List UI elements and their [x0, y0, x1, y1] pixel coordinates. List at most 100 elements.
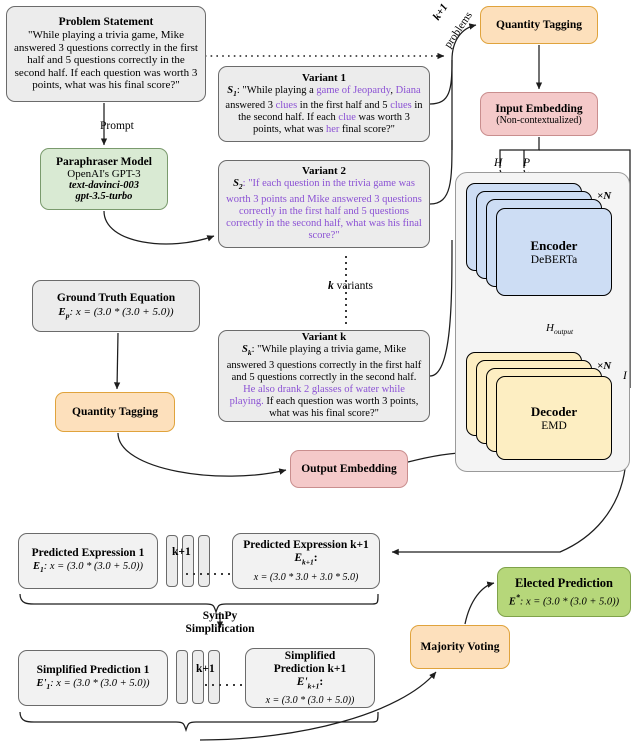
paraphraser-vendor: OpenAI's GPT-3: [67, 168, 141, 180]
input-embedding-subtitle: (Non-contextualized): [496, 114, 582, 126]
simplified-stack-slab-2: [192, 650, 204, 704]
majority-voting-box: Majority Voting: [410, 625, 510, 669]
highlighted-text: clues: [390, 99, 412, 111]
variant-1-title: Variant 1: [302, 71, 346, 84]
encoder-output-label: Houtput: [546, 322, 573, 336]
elected-prediction-title: Elected Prediction: [514, 576, 613, 591]
plain-text: answered 3: [225, 99, 276, 111]
simplified-stack-slab-1: [176, 650, 188, 704]
simplified-prediction-1-box: Simplified Prediction 1 E'1: x = (3.0 * …: [18, 650, 168, 706]
kplus1-word: problems: [442, 9, 475, 51]
highlighted-text: Diana: [395, 84, 421, 96]
highlighted-text: her: [325, 124, 340, 136]
predicted-k-subscript: k+1: [302, 557, 314, 567]
sympy-line-2: Simplification: [185, 623, 255, 635]
plain-text: : "While playing a trivia game, Mike ans…: [226, 344, 422, 383]
variant-k-segments: : "While playing a trivia game, Mike ans…: [227, 344, 421, 419]
predicted-row-ellipsis: [186, 573, 230, 575]
simplified-prediction-k-title-1: Simplified: [284, 649, 336, 662]
simplified-1-symbol: E': [36, 678, 47, 690]
ground-truth-title: Ground Truth Equation: [56, 291, 176, 304]
predicted-expression-k-title: Predicted Expression k+1: [243, 539, 369, 552]
simplified-prediction-k-symbol-line: E'k+1:: [297, 676, 324, 692]
input-embedding-title: Input Embedding: [495, 102, 583, 115]
variant-1-segments: : "While playing a game of Jeopardy, Dia…: [225, 85, 422, 136]
paraphraser-model-1: text-davinci-003: [69, 180, 139, 191]
predicted-k-symbol: E: [294, 552, 303, 565]
hidden-state-H-label: H: [494, 157, 503, 169]
simplified-prediction-1-title: Simplified Prediction 1: [36, 664, 150, 677]
elected-expression: : x = (3.0 * (3.0 + 5.0)): [519, 596, 620, 608]
predicted-1-symbol: E: [32, 561, 40, 573]
variant-1-box: Variant 1 S1: "While playing a game of J…: [218, 66, 430, 142]
predicted-expression-1-equation: E1: x = (3.0 * (3.0 + 5.0)): [33, 561, 143, 574]
variant-k-text: Sk: "While playing a trivia game, Mike a…: [225, 344, 423, 420]
predicted-count-label: k+1: [172, 546, 191, 558]
quantity-tagging-right-title: Quantity Tagging: [496, 19, 582, 31]
sympy-line-1: SymPy: [202, 610, 238, 622]
simplified-row-ellipsis: [205, 684, 247, 686]
problem-statement-box: Problem Statement "While playing a trivi…: [6, 6, 206, 102]
predicted-stack-slab-3: [198, 535, 210, 587]
simplified-stack-slab-3: [208, 650, 220, 704]
elected-prediction-box: Elected Prediction E*: x = (3.0 * (3.0 +…: [497, 567, 631, 617]
prompt-label: Prompt: [100, 120, 134, 132]
simplified-prediction-k-box: Simplified Prediction k+1 E'k+1: x = (3.…: [245, 648, 375, 708]
plain-text: in the first half and 5: [297, 99, 391, 111]
ground-truth-equation-box: Ground Truth Equation Ep: x = (3.0 * (3.…: [32, 280, 200, 332]
simplified-k-expression: x = (3.0 * (3.0 + 5.0)): [265, 695, 355, 707]
simplified-k-symbol: E': [296, 675, 308, 688]
predicted-k-expression: x = (3.0 * 3.0 + 3.0 * 5.0): [253, 571, 359, 583]
plain-text: : "While playing a: [236, 84, 317, 96]
input-I-label: I: [623, 370, 627, 382]
simplified-prediction-k-title-2: Prediction k+1: [273, 662, 347, 675]
predicted-k-colon: :: [313, 552, 318, 565]
k-variants-word: variants: [336, 280, 374, 292]
predicted-expression-k-box: Predicted Expression k+1 Ek+1: x = (3.0 …: [232, 533, 380, 589]
problem-statement-text: "While playing a trivia game, Mike answe…: [14, 29, 198, 92]
ground-truth-equation: Ep: x = (3.0 * (3.0 + 5.0)): [58, 306, 173, 320]
predicted-expression-1-box: Predicted Expression 1 E1: x = (3.0 * (3…: [18, 533, 158, 589]
quantity-tagging-right-box: Quantity Tagging: [480, 6, 598, 44]
highlighted-text: clue: [338, 112, 356, 124]
predicted-expression-1-title: Predicted Expression 1: [31, 547, 145, 560]
elected-prediction-equation: E*: x = (3.0 * (3.0 + 5.0)): [509, 593, 619, 608]
predicted-1-expression: : x = (3.0 * (3.0 + 5.0)): [43, 561, 144, 573]
encoder-stack: Encoder DeBERTa: [466, 183, 616, 298]
diagram-canvas: Problem Statement "While playing a trivi…: [0, 0, 640, 746]
decoder-card-front: Decoder EMD: [496, 376, 612, 460]
predicted-stack-slab-1: [166, 535, 178, 587]
decoder-subtitle: EMD: [541, 420, 567, 432]
decoder-repeat-label: ×N: [597, 360, 612, 372]
encoder-output-H: H: [546, 322, 554, 334]
elected-symbol: E: [508, 596, 516, 608]
k-variants-label: k variants: [328, 280, 373, 292]
paraphraser-title: Paraphraser Model: [56, 156, 152, 168]
variant-k-box: Variant k Sk: "While playing a trivia ga…: [218, 330, 430, 422]
encoder-output-sub: output: [553, 327, 574, 337]
encoder-repeat-label: ×N: [597, 190, 612, 202]
output-embedding-box: Output Embedding: [290, 450, 408, 488]
paraphraser-model-box: Paraphraser Model OpenAI's GPT-3 text-da…: [40, 148, 168, 210]
simplified-k-colon: :: [319, 675, 324, 688]
predicted-expression-k-symbol-line: Ek+1:: [294, 552, 317, 568]
encoder-title: Encoder: [530, 238, 578, 253]
highlighted-text: : "If each question in the trivia game w…: [226, 178, 422, 242]
predicted-stack-slab-2: [182, 535, 194, 587]
kplus1-count: k+1: [430, 1, 451, 23]
output-embedding-title: Output Embedding: [301, 463, 397, 475]
problem-statement-title: Problem Statement: [58, 16, 154, 29]
encoder-subtitle: DeBERTa: [530, 254, 578, 266]
variant-k-title: Variant k: [302, 331, 347, 343]
decoder-title: Decoder: [530, 404, 578, 419]
plain-text: If each question was worth 3 points, wha…: [263, 396, 419, 420]
decoder-stack: Decoder EMD: [466, 352, 616, 462]
paraphraser-model-2: gpt-3.5-turbo: [75, 191, 133, 202]
variant-1-text: S1: "While playing a game of Jeopardy, D…: [225, 85, 423, 137]
quantity-tagging-left-box: Quantity Tagging: [55, 392, 175, 432]
highlighted-text: clues: [275, 99, 298, 111]
position-P-label: P: [523, 157, 531, 169]
k-variants-k: k: [328, 280, 334, 292]
ground-truth-symbol: E: [58, 305, 66, 318]
simplified-k-subscript: k+1: [307, 681, 320, 691]
